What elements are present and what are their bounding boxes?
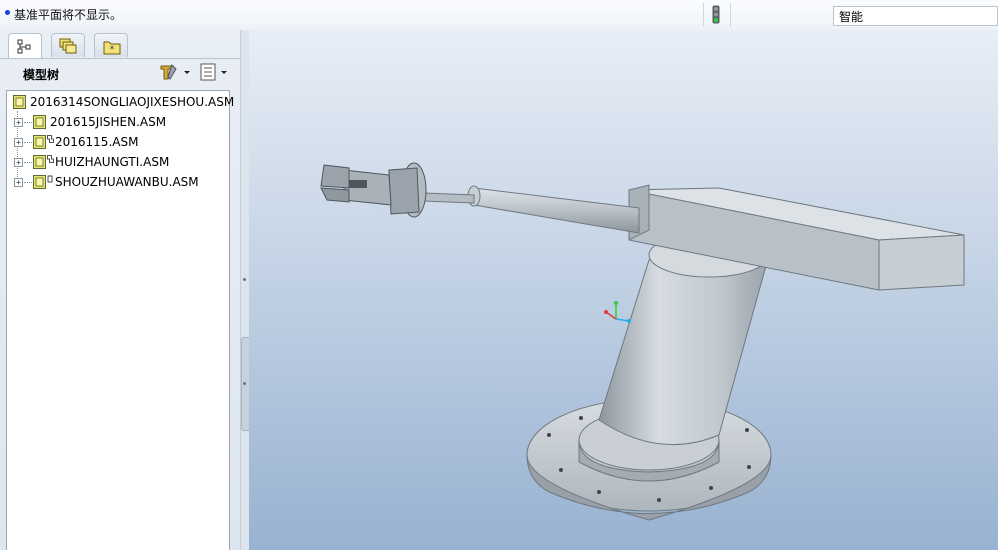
tree-connector	[24, 182, 32, 183]
tree-show-button[interactable]	[198, 62, 232, 82]
tree-item[interactable]: + SHOUZHUAWANBU.ASM	[7, 173, 229, 191]
tree-item-label: 201615JISHEN.ASM	[50, 115, 167, 129]
tree-item-label: SHOUZHUAWANBU.ASM	[55, 175, 199, 189]
tab-divider	[0, 58, 240, 59]
arm-box-side	[878, 234, 965, 291]
tab-folder-browser[interactable]	[51, 33, 85, 57]
tree-show-icon	[200, 63, 227, 81]
expand-icon[interactable]: +	[14, 158, 23, 167]
packaged-component-icon	[47, 135, 54, 143]
packaged-component-icon	[47, 175, 53, 183]
outer-rod	[473, 187, 640, 234]
tree-item[interactable]: + 2016115.ASM	[7, 133, 229, 151]
column	[598, 250, 770, 446]
tree-connector	[24, 162, 32, 163]
tree-settings-button[interactable]	[158, 62, 192, 82]
assembly-icon	[13, 95, 26, 109]
traffic-light-icon[interactable]	[712, 5, 720, 24]
tab-model-tree[interactable]	[8, 33, 42, 59]
robot-arm-model[interactable]	[249, 30, 998, 550]
gripper-slot	[349, 180, 367, 188]
model-tree-icon	[17, 39, 31, 54]
tree-item[interactable]: + HUIZHAUNGTI.ASM	[7, 153, 229, 171]
expand-icon[interactable]: +	[14, 118, 23, 127]
assembly-icon	[33, 115, 46, 129]
selection-filter-dropdown[interactable]: 智能	[833, 6, 998, 26]
tree-connector	[24, 142, 32, 143]
folder-icon	[59, 38, 77, 54]
tree-item-label: HUIZHAUNGTI.ASM	[55, 155, 170, 169]
tree-connector	[24, 122, 32, 123]
assembly-icon	[33, 175, 46, 189]
splitter-grip-icon	[243, 278, 246, 281]
status-message: 基准平面将不显示。	[14, 8, 123, 22]
svg-text:*: *	[110, 45, 115, 55]
status-bullet-icon	[5, 10, 10, 15]
favorites-icon: *	[103, 41, 121, 55]
message-bar: 基准平面将不显示。 智能	[0, 0, 998, 31]
wrist-body	[388, 167, 420, 215]
tree-settings-icon	[160, 64, 190, 80]
navigator-panel: * 模型树 2016314SONGLIAOJIXESHOU.ASM + 2016…	[0, 30, 240, 550]
inner-rod	[423, 192, 475, 204]
expand-icon[interactable]: +	[14, 178, 23, 187]
model-tree: 2016314SONGLIAOJIXESHOU.ASM + 201615JISH…	[6, 90, 234, 550]
packaged-component-icon	[47, 155, 54, 163]
expand-icon[interactable]: +	[14, 138, 23, 147]
assembly-icon	[33, 135, 46, 149]
tree-item-label: 2016314SONGLIAOJIXESHOU.ASM	[30, 95, 235, 109]
splitter-grip-icon	[243, 382, 246, 385]
tab-favorites[interactable]: *	[94, 33, 128, 57]
panel-splitter[interactable]	[240, 30, 250, 550]
toolbar-separator	[730, 3, 731, 27]
coordinate-triad	[604, 301, 631, 323]
tree-item-root[interactable]: 2016314SONGLIAOJIXESHOU.ASM	[11, 93, 234, 111]
graphics-window[interactable]	[249, 30, 998, 550]
assembly-icon	[33, 155, 46, 169]
tree-item-label: 2016115.ASM	[55, 135, 139, 149]
gripper-finger	[320, 164, 350, 189]
gripper-finger	[320, 187, 350, 203]
tree-item[interactable]: + 201615JISHEN.ASM	[7, 113, 229, 131]
toolbar-separator	[703, 3, 704, 27]
panel-title: 模型树	[23, 68, 60, 82]
